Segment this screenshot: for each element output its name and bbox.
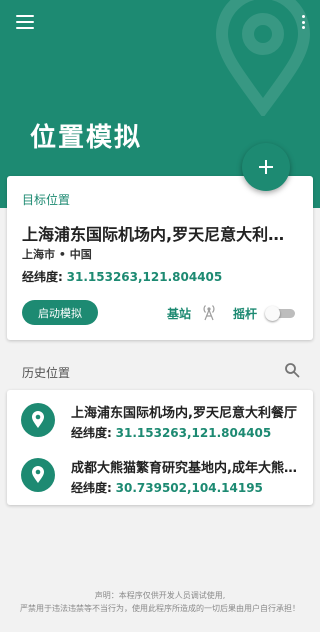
location-pin-icon — [21, 403, 55, 437]
history-item-coordinates: 经纬度: 30.739502,104.14195 — [71, 479, 263, 496]
history-item[interactable]: 上海浦东国际机场内,罗天尼意大利餐厅 经纬度: 31.153263,121.80… — [7, 397, 313, 445]
antenna-icon[interactable] — [201, 303, 217, 321]
history-item[interactable]: 成都大熊猫繁育研究基地内,成年大熊猫馆 经纬度: 30.739502,104.1… — [7, 452, 313, 500]
target-coordinates: 经纬度: 31.153263,121.804405 — [22, 268, 222, 285]
start-simulation-button[interactable]: 启动模拟 — [22, 300, 98, 325]
disclaimer-footer: 声明：本程序仅供开发人员调试使用, 严禁用于违法违禁等不当行为，使用此程序所造成… — [0, 589, 320, 615]
target-location-region: 上海市 • 中国 — [22, 248, 92, 261]
hamburger-menu-icon[interactable] — [14, 12, 36, 32]
coordinates-label: 经纬度: — [71, 481, 112, 495]
target-location-card: 目标位置 上海浦东国际机场内,罗天尼意大利餐厅 上海市 • 中国 经纬度: 31… — [7, 176, 313, 340]
coordinates-label: 经纬度: — [22, 270, 63, 284]
history-item-name: 上海浦东国际机场内,罗天尼意大利餐厅 — [71, 406, 297, 421]
add-location-button[interactable] — [242, 143, 290, 191]
location-pin-icon — [21, 458, 55, 492]
joystick-toggle[interactable] — [265, 306, 295, 321]
target-location-name: 上海浦东国际机场内,罗天尼意大利餐厅 — [22, 225, 292, 244]
coordinates-value: 31.153263,121.804405 — [66, 270, 223, 284]
more-vertical-icon[interactable] — [300, 12, 306, 32]
disclaimer-line-1: 声明：本程序仅供开发人员调试使用, — [94, 591, 226, 600]
coordinates-value: 30.739502,104.14195 — [115, 481, 263, 495]
toggle-knob — [265, 306, 280, 321]
plus-icon — [259, 160, 273, 174]
search-icon[interactable] — [284, 362, 300, 378]
disclaimer-line-2: 严禁用于违法违禁等不当行为，使用此程序所造成的一切后果由用户自行承担！ — [20, 604, 300, 613]
history-item-name: 成都大熊猫繁育研究基地内,成年大熊猫馆 — [71, 461, 307, 476]
page-title: 位置模拟 — [30, 123, 143, 153]
history-section-label: 历史位置 — [22, 366, 71, 380]
history-item-coordinates: 经纬度: 31.153263,121.804405 — [71, 424, 271, 441]
coordinates-value: 31.153263,121.804405 — [115, 426, 272, 440]
coordinates-label: 经纬度: — [71, 426, 112, 440]
target-section-label: 目标位置 — [22, 193, 71, 207]
history-list: 上海浦东国际机场内,罗天尼意大利餐厅 经纬度: 31.153263,121.80… — [7, 390, 313, 505]
base-station-label[interactable]: 基站 — [167, 305, 191, 322]
joystick-label: 摇杆 — [233, 307, 258, 321]
